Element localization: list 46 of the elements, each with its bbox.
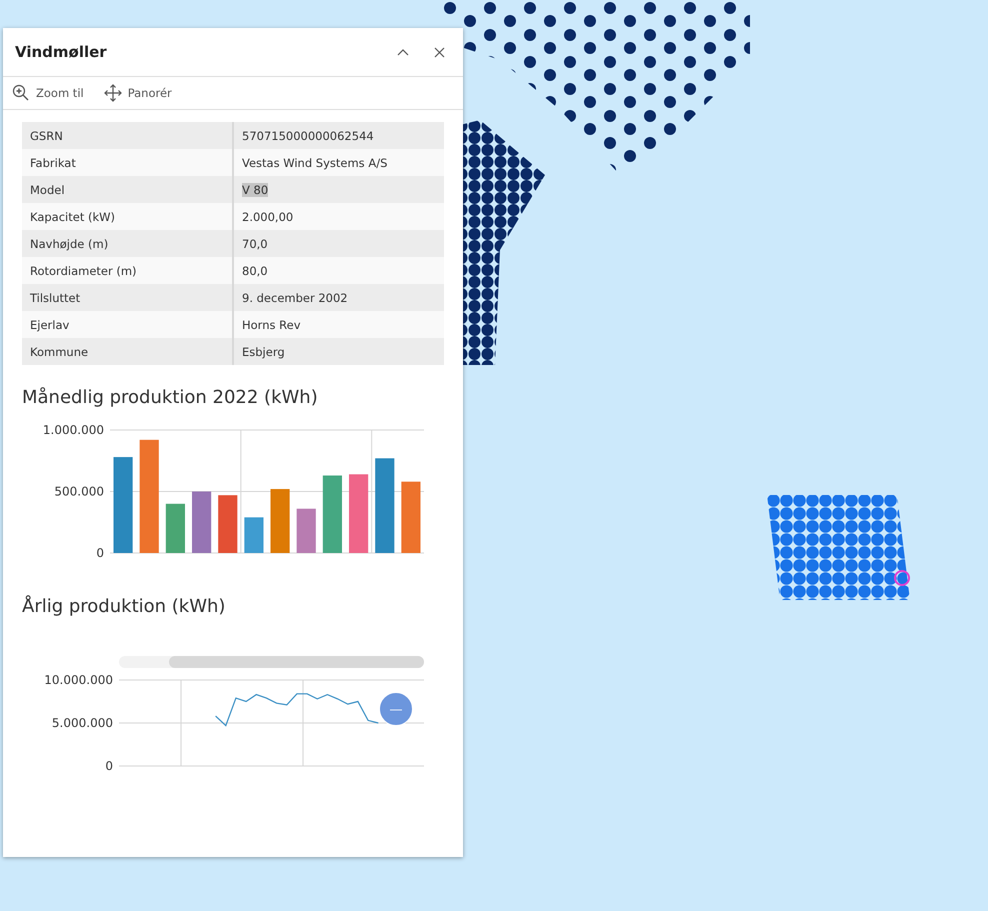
- field-value: 80,0: [233, 257, 444, 284]
- field-value: Esbjerg: [233, 338, 444, 365]
- field-value: 2.000,00: [233, 203, 444, 230]
- chevron-up-icon: [397, 48, 409, 56]
- bar[interactable]: [375, 458, 394, 553]
- axis-label: 10.000.000: [44, 673, 113, 687]
- scrollbar[interactable]: [119, 656, 424, 668]
- bar[interactable]: [244, 517, 264, 553]
- field-value: V 80: [233, 176, 444, 203]
- chart-title: Månedlig produktion 2022 (kWh): [22, 387, 319, 408]
- zoom-to-button[interactable]: Zoom til: [9, 82, 87, 104]
- bar[interactable]: [192, 492, 212, 553]
- field-name: GSRN: [22, 122, 233, 149]
- bar[interactable]: [218, 495, 238, 553]
- field-value: Vestas Wind Systems A/S: [233, 149, 444, 176]
- field-name: Tilsluttet: [22, 284, 233, 311]
- field-name: Model: [22, 176, 233, 203]
- axis-label: 0: [96, 546, 104, 560]
- axis-label: 0: [105, 759, 113, 773]
- bar[interactable]: [114, 457, 133, 553]
- bar[interactable]: [401, 482, 420, 553]
- move-arrows-icon: [104, 84, 122, 102]
- chart-title: Årlig produktion (kWh): [22, 596, 226, 617]
- field-value: 70,0: [233, 230, 444, 257]
- axis-label: 1.000.000: [42, 423, 104, 437]
- field-value: 570715000000062544: [233, 122, 444, 149]
- zoom-in-icon: [12, 84, 30, 102]
- axis-label: 500.000: [54, 484, 104, 498]
- window-title: Vindmøller: [15, 43, 108, 61]
- bar[interactable]: [322, 476, 342, 553]
- field-value: 9. december 2002: [233, 284, 444, 311]
- bar[interactable]: [349, 474, 368, 553]
- axis-label: 5.000.000: [52, 716, 113, 730]
- field-name: Rotordiameter (m): [22, 257, 233, 284]
- field-name: Navhøjde (m): [22, 230, 233, 257]
- pan-button[interactable]: Panorér: [100, 82, 175, 104]
- field-name: Fabrikat: [22, 149, 233, 176]
- bar[interactable]: [296, 508, 316, 553]
- field-name: Ejerlav: [22, 311, 233, 338]
- bar[interactable]: [270, 489, 290, 553]
- field-name: Kapacitet (kW): [22, 203, 233, 230]
- close-icon: [434, 46, 444, 58]
- bar[interactable]: [166, 504, 185, 553]
- field-value: Horns Rev: [233, 311, 444, 338]
- bar[interactable]: [140, 440, 159, 553]
- field-name: Kommune: [22, 338, 233, 365]
